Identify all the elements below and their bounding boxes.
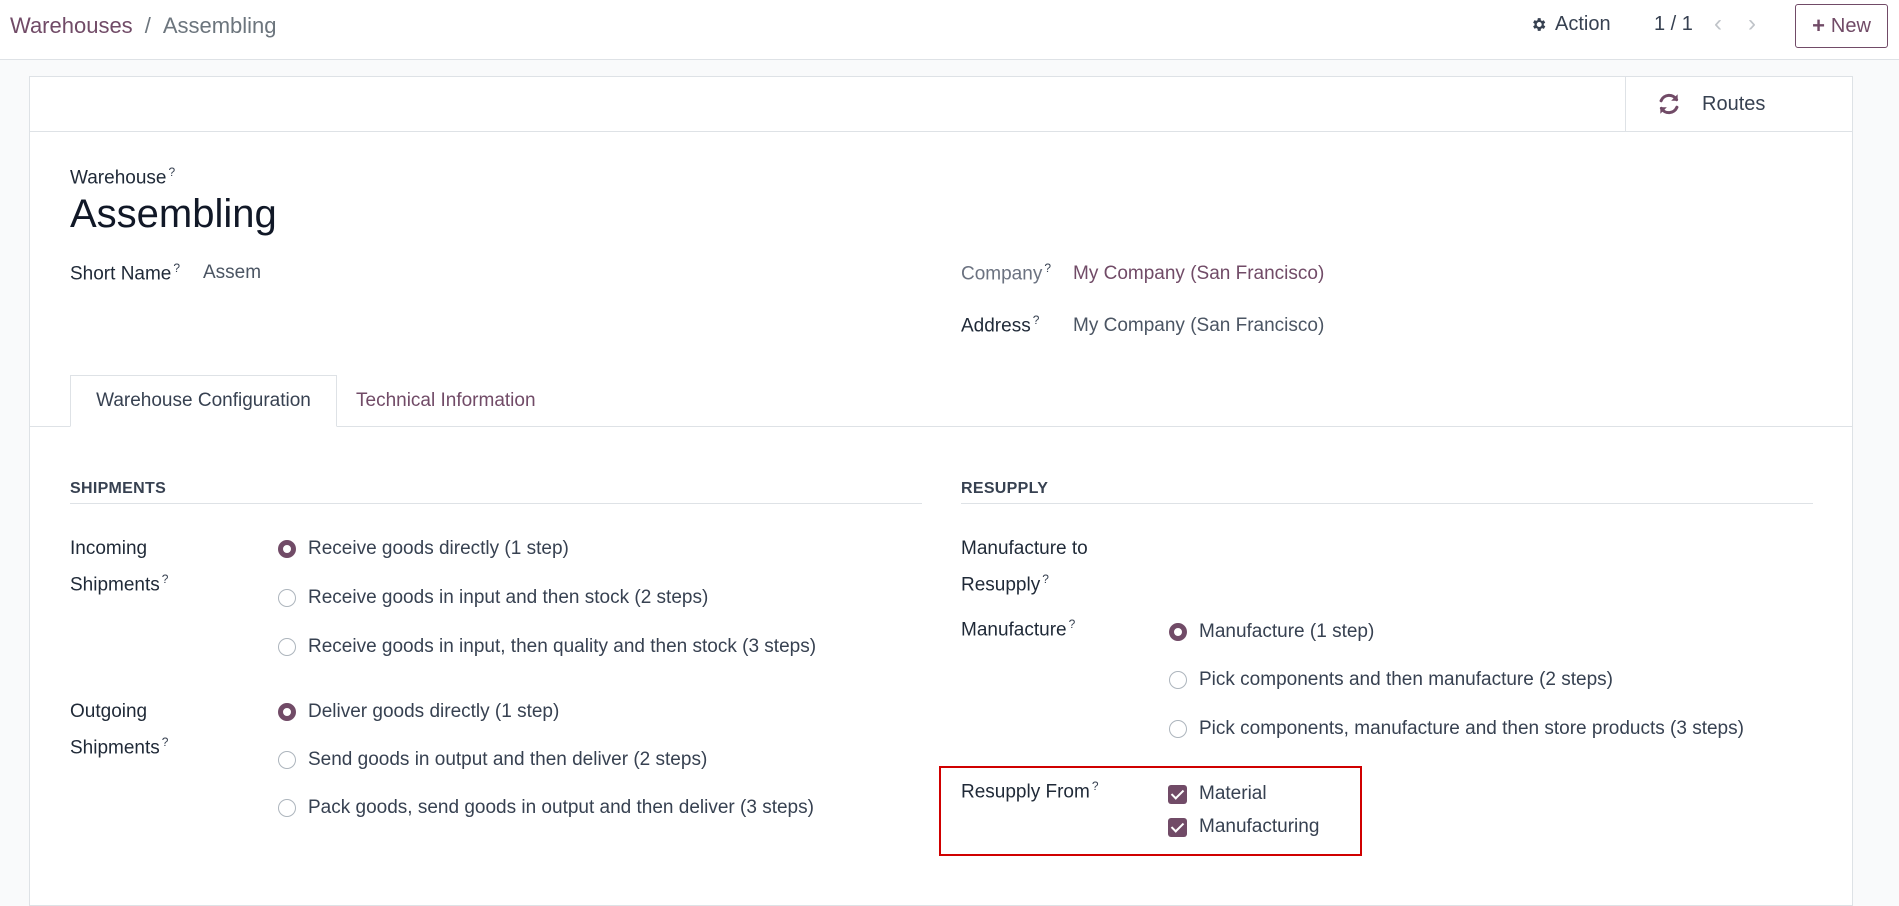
outgoing-option-1-label: Deliver goods directly (1 step) <box>308 701 560 722</box>
action-label: Action <box>1555 13 1611 35</box>
mtr-label-line1: Manufacture to <box>961 538 1088 559</box>
action-menu-button[interactable]: Action <box>1530 13 1611 36</box>
outgoing-shipments-label: Outgoing Shipments? <box>70 697 168 763</box>
address-label: Address? <box>961 313 1039 337</box>
new-button[interactable]: + New <box>1795 4 1888 48</box>
incoming-shipments-label: Incoming Shipments? <box>70 534 168 600</box>
help-tooltip-icon[interactable]: ? <box>1042 572 1049 586</box>
radio-selected[interactable] <box>278 540 296 558</box>
warehouse-name-field[interactable]: Assembling <box>70 192 277 237</box>
company-field[interactable]: My Company (San Francisco) <box>1073 263 1324 285</box>
incoming-label-line1: Incoming <box>70 538 148 559</box>
radio-selected[interactable] <box>1169 623 1187 641</box>
gear-icon <box>1533 18 1546 31</box>
refresh-icon <box>1659 93 1679 115</box>
company-label: Company? <box>961 261 1051 285</box>
manufacture-option-1[interactable]: Manufacture (1 step) <box>1169 621 1374 643</box>
incoming-option-3-label: Receive goods in input, then quality and… <box>308 636 817 657</box>
incoming-option-3[interactable]: Receive goods in input, then quality and… <box>278 636 816 658</box>
plus-icon: + <box>1812 13 1825 38</box>
pager-value[interactable]: 1 / 1 <box>1654 13 1693 36</box>
outgoing-option-3[interactable]: Pack goods, send goods in output and the… <box>278 797 814 819</box>
breadcrumb-separator: / <box>144 13 151 38</box>
manufacture-option-2-label: Pick components and then manufacture (2 … <box>1199 669 1614 690</box>
tab-warehouse-configuration[interactable]: Warehouse Configuration <box>70 375 337 427</box>
manufacture-label: Manufacture? <box>961 617 1075 641</box>
help-tooltip-icon[interactable]: ? <box>168 165 175 179</box>
chevron-left-icon: ‹ <box>1714 10 1722 37</box>
warehouse-label-text: Warehouse <box>70 167 167 189</box>
help-tooltip-icon[interactable]: ? <box>1044 261 1051 275</box>
outgoing-option-1[interactable]: Deliver goods directly (1 step) <box>278 701 559 723</box>
manufacture-to-resupply-label: Manufacture to Resupply? <box>961 534 1088 600</box>
button-box: Routes <box>30 77 1852 132</box>
manufacture-option-2[interactable]: Pick components and then manufacture (2 … <box>1169 669 1613 691</box>
incoming-option-2-label: Receive goods in input and then stock (2… <box>308 587 709 608</box>
manufacture-option-3-label: Pick components, manufacture and then st… <box>1199 718 1744 739</box>
help-tooltip-icon[interactable]: ? <box>1033 313 1040 327</box>
outgoing-option-2[interactable]: Send goods in output and then deliver (2… <box>278 749 707 771</box>
breadcrumb-warehouses-link[interactable]: Warehouses <box>10 13 133 38</box>
incoming-option-1-label: Receive goods directly (1 step) <box>308 538 569 559</box>
manufacture-option-3[interactable]: Pick components, manufacture and then st… <box>1169 718 1744 740</box>
chevron-right-icon: › <box>1748 10 1756 37</box>
address-field[interactable]: My Company (San Francisco) <box>1073 315 1324 337</box>
incoming-option-2[interactable]: Receive goods in input and then stock (2… <box>278 587 708 609</box>
shipments-section-title: SHIPMENTS <box>70 480 167 497</box>
control-panel: Warehouses / Assembling Action 1 / 1 ‹ › +… <box>0 0 1899 60</box>
pager-next-button[interactable]: › <box>1748 10 1756 38</box>
highlight-annotation-box <box>939 766 1362 856</box>
new-label: New <box>1830 14 1871 37</box>
tab-technical-information[interactable]: Technical Information <box>356 390 536 412</box>
breadcrumb-current: Assembling <box>162 13 277 38</box>
mtr-label-line2: Resupply <box>961 574 1041 596</box>
short-name-field[interactable]: Assem <box>203 262 261 284</box>
help-tooltip-icon[interactable]: ? <box>162 572 169 586</box>
radio-selected[interactable] <box>278 703 296 721</box>
outgoing-label-line1: Outgoing <box>70 701 148 722</box>
radio-unselected[interactable] <box>278 589 296 607</box>
resupply-divider <box>961 503 1813 504</box>
short-name-label: Short Name? <box>70 261 180 285</box>
breadcrumb: Warehouses / Assembling <box>10 13 277 39</box>
routes-smart-button[interactable]: Routes <box>1625 77 1852 131</box>
radio-unselected[interactable] <box>278 751 296 769</box>
radio-unselected[interactable] <box>1169 671 1187 689</box>
radio-unselected[interactable] <box>278 799 296 817</box>
help-tooltip-icon[interactable]: ? <box>162 735 169 749</box>
resupply-section-title: RESUPPLY <box>961 480 1049 497</box>
outgoing-option-3-label: Pack goods, send goods in output and the… <box>308 797 814 818</box>
manufacture-option-1-label: Manufacture (1 step) <box>1199 621 1375 642</box>
shipments-divider <box>70 503 922 504</box>
short-name-label-text: Short Name <box>70 263 172 285</box>
incoming-label-line2: Shipments <box>70 574 160 596</box>
routes-label: Routes <box>1702 92 1766 115</box>
company-label-text: Company <box>961 263 1043 285</box>
help-tooltip-icon[interactable]: ? <box>1069 617 1076 631</box>
outgoing-option-2-label: Send goods in output and then deliver (2… <box>308 749 708 770</box>
manufacture-label-text: Manufacture <box>961 619 1067 641</box>
outgoing-label-line2: Shipments <box>70 737 160 759</box>
warehouse-label: Warehouse? <box>70 165 175 189</box>
help-tooltip-icon[interactable]: ? <box>173 261 180 275</box>
incoming-option-1[interactable]: Receive goods directly (1 step) <box>278 538 569 560</box>
address-label-text: Address <box>961 315 1031 337</box>
radio-unselected[interactable] <box>1169 720 1187 738</box>
pager-previous-button[interactable]: ‹ <box>1714 10 1722 38</box>
radio-unselected[interactable] <box>278 638 296 656</box>
